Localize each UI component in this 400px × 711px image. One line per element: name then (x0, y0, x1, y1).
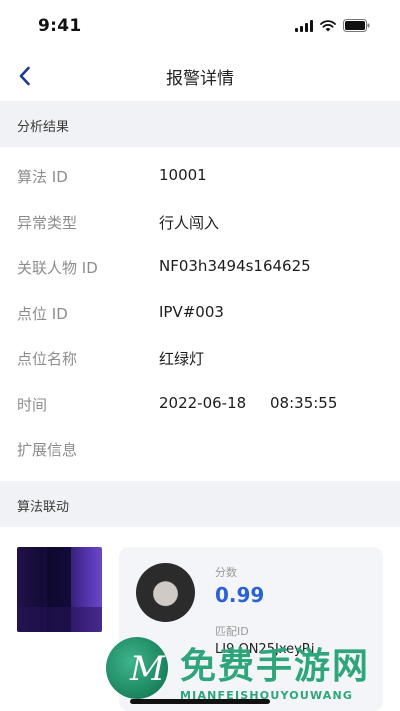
field-label: 扩展信息 (17, 441, 78, 459)
watermark-logo-icon: M (106, 637, 168, 699)
field-label: 点位 ID (17, 305, 68, 323)
battery-icon (343, 19, 370, 32)
field-row-extended-info: 扩展信息 (0, 427, 400, 472)
wifi-icon (320, 19, 336, 32)
field-row-point-id: 点位 ID IPV#003 (0, 291, 400, 336)
field-label: 点位名称 (17, 350, 78, 368)
status-icons (295, 19, 370, 32)
home-indicator (130, 699, 270, 704)
score-label: 分数 (215, 566, 237, 579)
watermark-logo-letter: M (130, 649, 165, 689)
section-header-linkage: 算法联动 (0, 481, 400, 527)
field-label: 时间 (17, 396, 48, 414)
field-value: 行人闯入 (159, 214, 220, 232)
status-bar: 9:41 (0, 0, 400, 52)
page-title: 报警详情 (166, 69, 234, 89)
capture-thumbnail[interactable] (17, 547, 102, 632)
field-row-algorithm-id: 算法 ID 10001 (0, 154, 400, 199)
section-header-analysis: 分析结果 (0, 101, 400, 147)
field-value: 2022-06-18 08:35:55 (159, 394, 338, 412)
section-title: 分析结果 (17, 120, 70, 135)
field-label: 算法 ID (17, 168, 68, 186)
field-value: 红绿灯 (159, 350, 205, 368)
field-row-time: 时间 2022-06-18 08:35:55 (0, 382, 400, 427)
cellular-signal-icon (295, 19, 313, 32)
field-value: IPV#003 (159, 303, 224, 321)
field-value: 10001 (159, 166, 207, 184)
section-title: 算法联动 (17, 500, 70, 515)
score-value: 0.99 (215, 583, 265, 607)
watermark-text: 免费手游网 (180, 646, 371, 687)
status-time: 9:41 (38, 16, 82, 36)
field-label: 关联人物 ID (17, 259, 98, 277)
match-avatar (136, 563, 195, 622)
field-value: NF03h3494s164625 (159, 257, 311, 275)
field-row-person-id: 关联人物 ID NF03h3494s164625 (0, 245, 400, 290)
watermark: M 免费手游网 MIANFEISHOUYOUWANG (100, 635, 400, 707)
field-row-point-name: 点位名称 红绿灯 (0, 336, 400, 381)
field-row-anomaly-type: 异常类型 行人闯入 (0, 200, 400, 245)
field-label: 异常类型 (17, 214, 78, 232)
nav-bar: 报警详情 (0, 52, 400, 100)
